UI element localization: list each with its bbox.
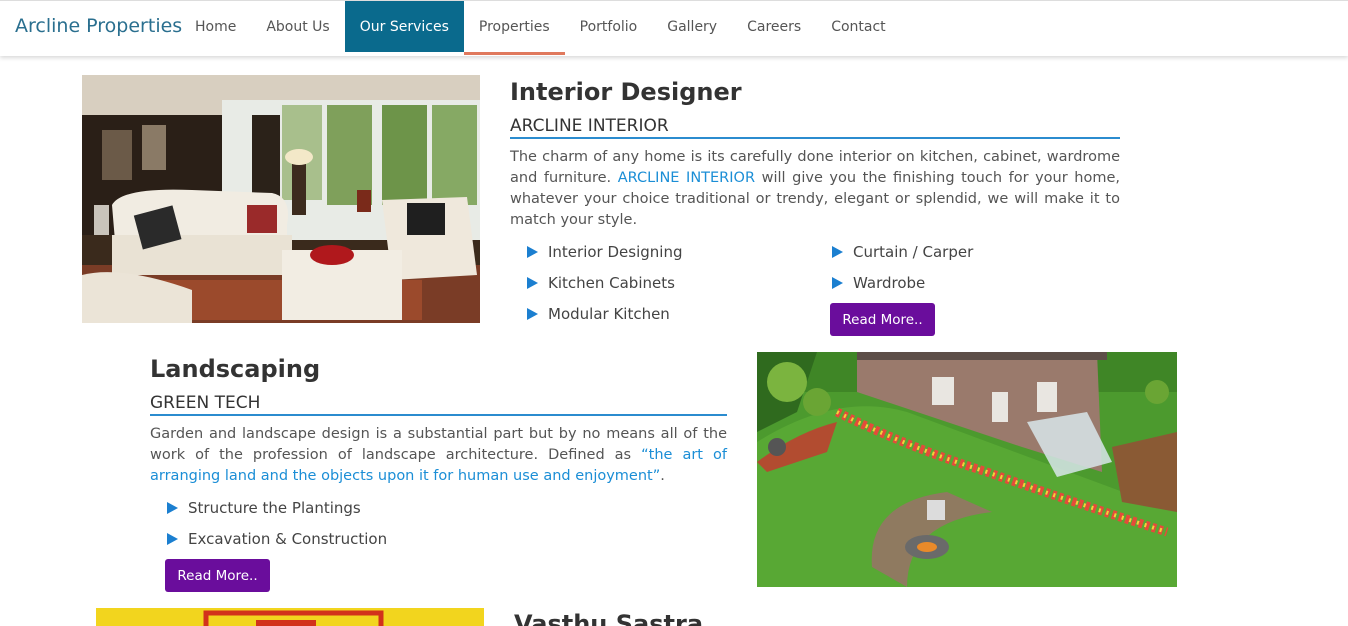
landscaping-service-list: Structure the Plantings Excavation & Con… [150, 492, 387, 554]
interior-living-room-image [82, 75, 480, 323]
list-item-label: Excavation & Construction [188, 529, 388, 548]
nav-our-services[interactable]: Our Services [344, 1, 464, 52]
list-item: Wardrobe [815, 267, 973, 298]
landscaping-read-more-button[interactable]: Read More.. [165, 559, 270, 592]
list-item: Structure the Plantings [150, 492, 387, 523]
nav-home[interactable]: Home [180, 1, 251, 52]
list-item-label: Wardrobe [853, 273, 926, 292]
navbar: Arcline Properties Home About Us Our Ser… [0, 0, 1348, 56]
interior-service-list-right: Curtain / Carper Wardrobe [815, 236, 973, 298]
landscaping-garden-image [757, 352, 1177, 587]
play-triangle-icon [167, 532, 178, 545]
list-item-label: Modular Kitchen [548, 304, 670, 323]
interior-text-highlight: ARCLINE INTERIOR [617, 170, 756, 186]
interior-title: Interior Designer [510, 78, 742, 106]
landscaping-subtitle: GREEN TECH [150, 393, 727, 416]
nav-about-us[interactable]: About Us [251, 1, 344, 52]
play-triangle-icon [832, 245, 843, 258]
play-triangle-icon [832, 276, 843, 289]
landscaping-text-end: . [660, 468, 665, 484]
play-triangle-icon [527, 245, 538, 258]
list-item-label: Structure the Plantings [188, 498, 361, 517]
main-nav: Home About Us Our Services Properties Po… [180, 1, 901, 55]
list-item-label: Kitchen Cabinets [548, 273, 675, 292]
brand-logo-text[interactable]: Arcline Properties [15, 15, 182, 37]
play-triangle-icon [527, 307, 538, 320]
nav-contact[interactable]: Contact [816, 1, 900, 52]
nav-properties[interactable]: Properties [463, 1, 565, 55]
nav-careers[interactable]: Careers [732, 1, 816, 52]
list-item: Excavation & Construction [150, 523, 387, 554]
interior-subtitle: ARCLINE INTERIOR [510, 116, 1120, 139]
interior-description: The charm of any home is its carefully d… [510, 147, 1120, 231]
landscaping-title: Landscaping [150, 355, 321, 383]
vasthu-title: Vasthu Sastra [514, 610, 704, 626]
list-item-label: Curtain / Carper [853, 242, 974, 261]
landscaping-description: Garden and landscape design is a substan… [150, 424, 727, 487]
list-item-label: Interior Designing [548, 242, 683, 261]
list-item: Modular Kitchen [510, 298, 682, 329]
list-item: Interior Designing [510, 236, 682, 267]
play-triangle-icon [167, 501, 178, 514]
nav-portfolio[interactable]: Portfolio [565, 1, 653, 52]
interior-read-more-button[interactable]: Read More.. [830, 303, 935, 336]
list-item: Curtain / Carper [815, 236, 973, 267]
vasthu-sastra-image [96, 608, 484, 626]
interior-service-list-left: Interior Designing Kitchen Cabinets Modu… [510, 236, 682, 329]
play-triangle-icon [527, 276, 538, 289]
list-item: Kitchen Cabinets [510, 267, 682, 298]
nav-gallery[interactable]: Gallery [652, 1, 732, 52]
